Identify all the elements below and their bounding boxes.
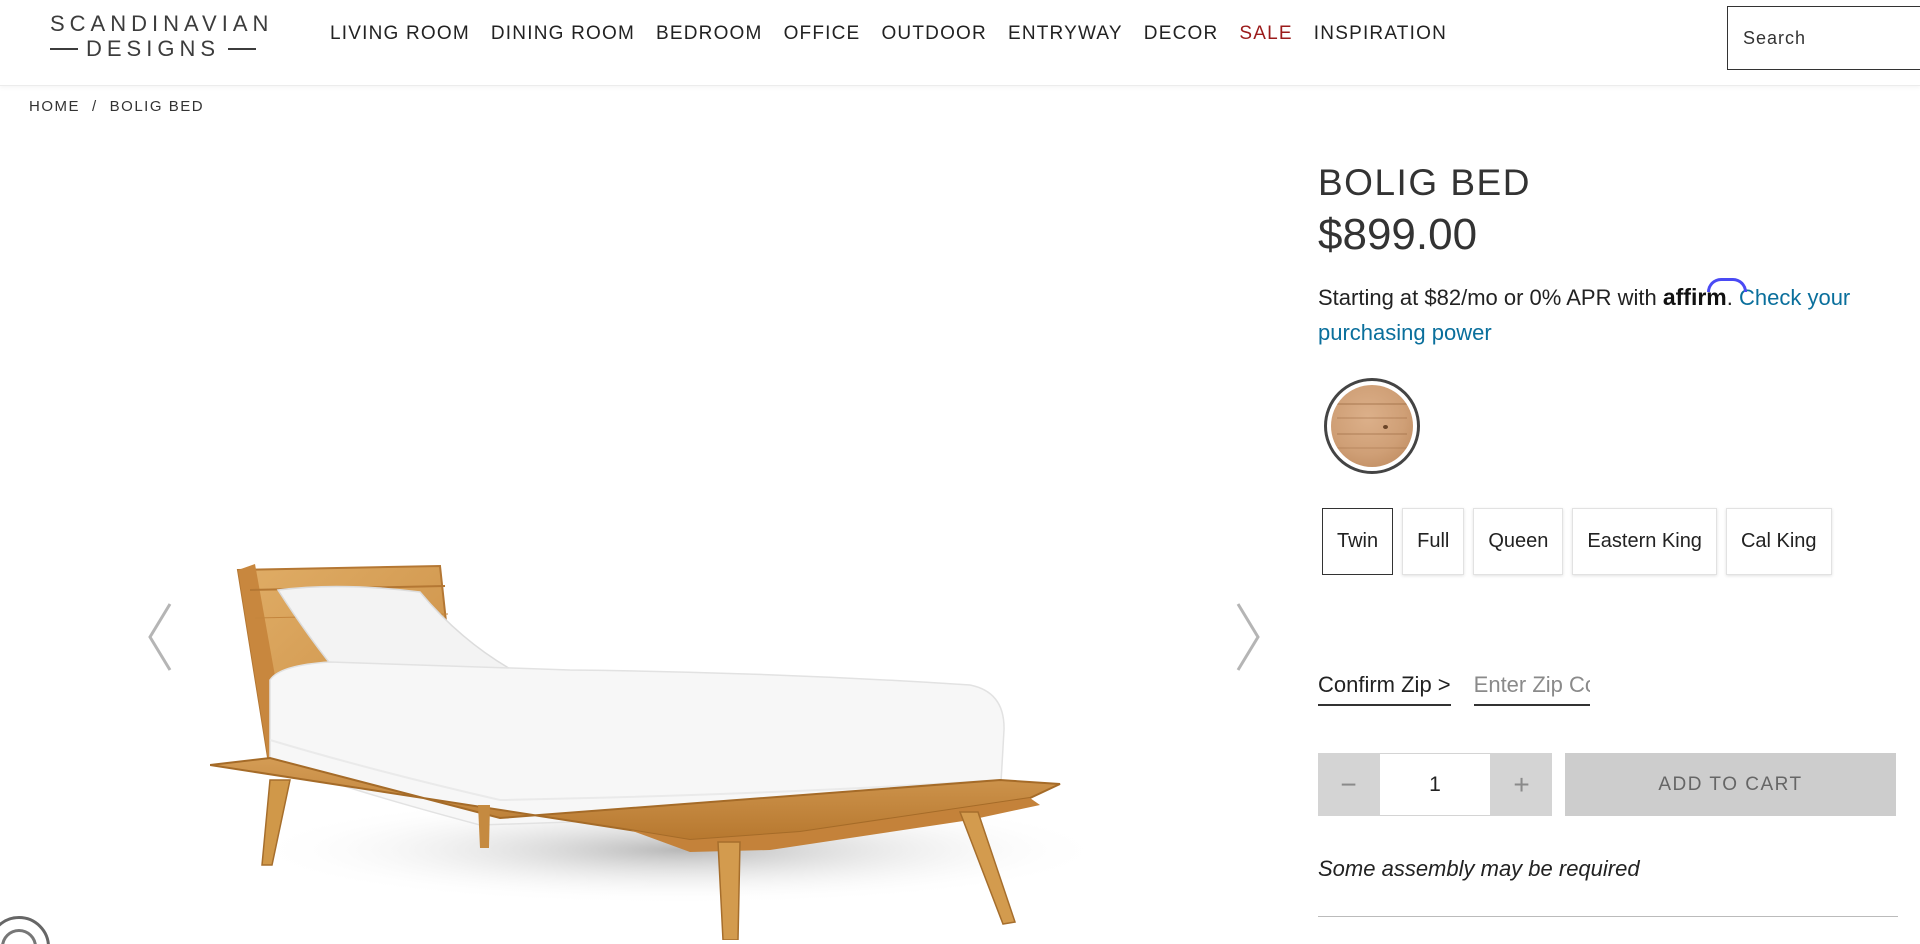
- site-logo[interactable]: SCANDINAVIAN DESIGNS: [50, 11, 274, 62]
- nav-living-room[interactable]: LIVING ROOM: [330, 22, 480, 46]
- nav-decor[interactable]: DECOR: [1133, 22, 1229, 46]
- nav-outdoor[interactable]: OUTDOOR: [871, 22, 998, 46]
- affirm-arc-icon: [1706, 278, 1747, 292]
- product-image-bolig-bed: [210, 564, 1110, 940]
- nav-sale[interactable]: SALE: [1229, 22, 1303, 46]
- zip-code-input[interactable]: [1473, 672, 1590, 706]
- breadcrumb-separator: /: [92, 98, 98, 115]
- gallery-next-arrow-icon[interactable]: [1228, 600, 1264, 674]
- quantity-increase-button[interactable]: +: [1491, 753, 1552, 816]
- nav-inspiration[interactable]: INSPIRATION: [1303, 22, 1457, 46]
- affirm-logo: affirm: [1663, 278, 1747, 310]
- size-option-queen[interactable]: Queen: [1473, 508, 1564, 575]
- nav-bedroom[interactable]: BEDROOM: [645, 22, 773, 46]
- nav-office[interactable]: OFFICE: [773, 22, 871, 46]
- size-option-twin[interactable]: Twin: [1322, 508, 1394, 575]
- zip-row: Confirm Zip >: [1318, 672, 1590, 706]
- wood-finish-swatch: [1331, 385, 1413, 467]
- financing-text: Starting at $82/mo or 0% APR with: [1318, 285, 1663, 310]
- search-input[interactable]: [1727, 6, 1920, 70]
- size-option-eastern-king[interactable]: Eastern King: [1572, 508, 1717, 575]
- logo-bottom-row: DESIGNS: [50, 36, 256, 62]
- quantity-value[interactable]: 1: [1379, 753, 1491, 816]
- product-price: $899.00: [1318, 210, 1478, 259]
- product-title: BOLIG BED: [1318, 162, 1531, 203]
- logo-rule-right: [228, 48, 256, 50]
- logo-bottom-text: DESIGNS: [85, 36, 221, 61]
- confirm-zip-button[interactable]: Confirm Zip >: [1318, 672, 1451, 706]
- breadcrumb: HOME / BOLIG BED: [29, 98, 204, 115]
- quantity-decrease-button[interactable]: −: [1318, 753, 1379, 816]
- nav-dining-room[interactable]: DINING ROOM: [480, 22, 645, 46]
- assembly-note: Some assembly may be required: [1318, 856, 1640, 881]
- add-to-cart-button[interactable]: ADD TO CART: [1565, 753, 1896, 816]
- nav-entryway[interactable]: ENTRYWAY: [997, 22, 1133, 46]
- logo-top-text: SCANDINAVIAN: [50, 11, 274, 36]
- site-header: SCANDINAVIAN DESIGNS LIVING ROOM DINING …: [0, 0, 1920, 86]
- breadcrumb-home[interactable]: HOME: [29, 98, 80, 115]
- finish-swatch-selected[interactable]: [1324, 378, 1420, 474]
- size-option-full[interactable]: Full: [1402, 508, 1465, 575]
- size-option-cal-king[interactable]: Cal King: [1725, 508, 1832, 575]
- main-nav: LIVING ROOM DINING ROOM BEDROOM OFFICE O…: [330, 22, 1458, 46]
- logo-rule-left: [50, 48, 78, 50]
- quantity-stepper: − 1 +: [1318, 753, 1552, 816]
- accessibility-icon[interactable]: [0, 916, 50, 944]
- size-options: Twin Full Queen Eastern King Cal King: [1322, 508, 1832, 575]
- product-gallery: [130, 140, 1260, 944]
- breadcrumb-current: BOLIG BED: [109, 98, 205, 115]
- gallery-prev-arrow-icon[interactable]: [144, 600, 180, 674]
- affirm-financing: Starting at $82/mo or 0% APR with affirm…: [1318, 278, 1898, 350]
- section-divider: [1318, 916, 1898, 917]
